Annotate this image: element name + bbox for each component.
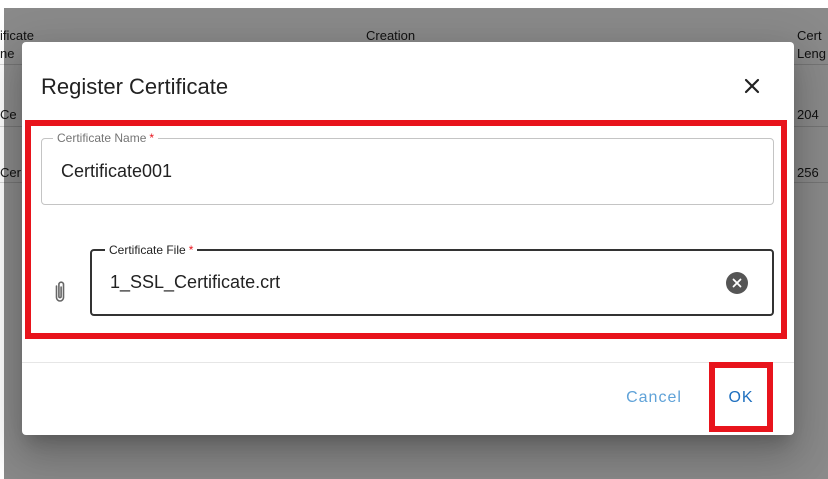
register-certificate-dialog: Register Certificate Certificate Name * C… [22, 42, 794, 435]
close-button[interactable] [734, 68, 770, 104]
footer-divider [22, 362, 794, 363]
cancel-button[interactable]: Cancel [616, 382, 692, 414]
dialog-title: Register Certificate [41, 74, 229, 99]
close-icon [744, 78, 760, 94]
highlight-annotation-ok [709, 362, 773, 432]
highlight-annotation-fields [25, 120, 787, 339]
